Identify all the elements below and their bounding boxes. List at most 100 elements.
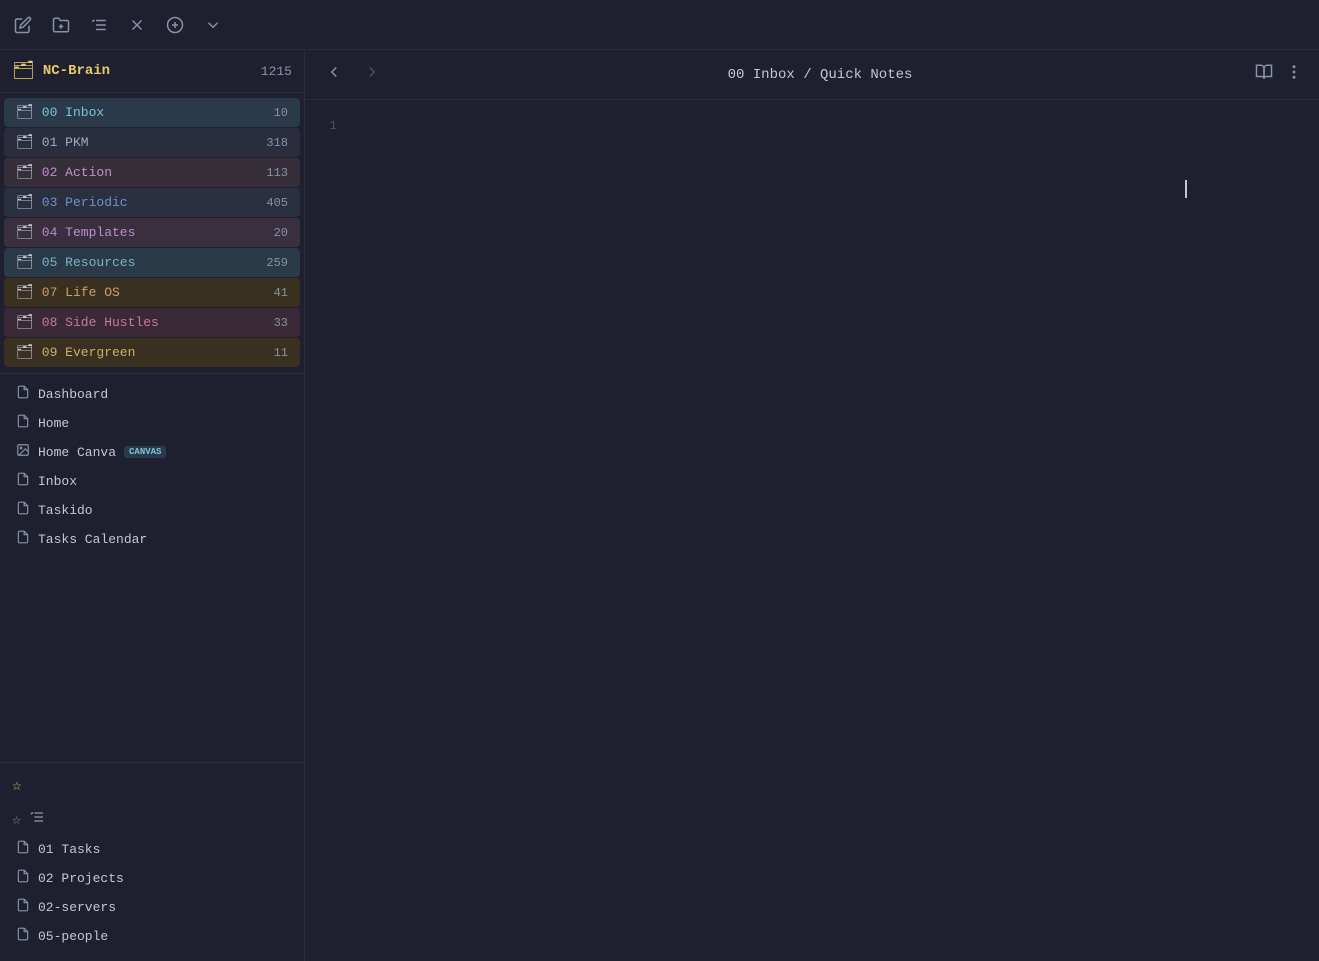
bookmark-01-tasks[interactable]: 01 Tasks: [4, 835, 300, 863]
add-circle-icon[interactable]: [164, 14, 186, 36]
note-icon: [16, 414, 30, 432]
folder-count: 405: [266, 196, 288, 210]
folder-name: 08 Side Hustles: [42, 315, 266, 330]
sort-icon[interactable]: [88, 14, 110, 36]
bookmark-02-servers[interactable]: 02-servers: [4, 893, 300, 921]
editor-content: 1: [305, 100, 1319, 961]
bookmark-05-people[interactable]: 05-people: [4, 922, 300, 950]
note-icon: [16, 869, 30, 887]
main-layout: 🗂 NC-Brain 1215 🗂 00 Inbox 10 🗂 01 PKM 3…: [0, 50, 1319, 961]
line-number-1: 1: [321, 116, 337, 137]
folder-count: 11: [274, 346, 288, 360]
folder-count: 33: [274, 316, 288, 330]
note-icon: [16, 927, 30, 945]
file-taskido[interactable]: Taskido: [4, 496, 300, 524]
folder-icon: 🗂: [16, 164, 34, 181]
file-name: Tasks Calendar: [38, 532, 147, 547]
nav-forward-button[interactable]: [359, 59, 385, 91]
folder-name: 01 PKM: [42, 135, 259, 150]
more-options-icon[interactable]: [1285, 63, 1303, 86]
file-name: Dashboard: [38, 387, 108, 402]
line-numbers: 1: [305, 100, 345, 961]
folder-03-periodic[interactable]: 🗂 03 Periodic 405: [4, 188, 300, 217]
canvas-badge: CANVAS: [124, 446, 166, 458]
folder-icon: 🗂: [16, 284, 34, 301]
note-icon: [16, 472, 30, 490]
folder-01-pkm[interactable]: 🗂 01 PKM 318: [4, 128, 300, 157]
edit-icon[interactable]: [12, 14, 34, 36]
editor-header: 00 Inbox / Quick Notes: [305, 50, 1319, 100]
reading-view-icon[interactable]: [1255, 63, 1273, 86]
file-tasks-calendar[interactable]: Tasks Calendar: [4, 525, 300, 553]
bookmarks-section: ☆ ☆: [0, 762, 304, 961]
folder-icon: 🗂: [16, 194, 34, 211]
chevron-down-icon[interactable]: [202, 14, 224, 36]
text-cursor: [1185, 180, 1187, 198]
folder-count: 41: [274, 286, 288, 300]
nav-back-button[interactable]: [321, 59, 347, 91]
note-icon: [16, 530, 30, 548]
folder-07-life-os[interactable]: 🗂 07 Life OS 41: [4, 278, 300, 307]
folder-icon: 🗂: [16, 254, 34, 271]
bookmark-02-projects[interactable]: 02 Projects: [4, 864, 300, 892]
folder-04-templates[interactable]: 🗂 04 Templates 20: [4, 218, 300, 247]
folder-icon: 🗂: [16, 344, 34, 361]
file-name: Home Canva: [38, 445, 116, 460]
bookmarks-toggle[interactable]: ☆: [0, 769, 304, 801]
folder-name: 05 Resources: [42, 255, 259, 270]
folder-count: 318: [266, 136, 288, 150]
editor-actions: [1255, 63, 1303, 86]
vault-header[interactable]: 🗂 NC-Brain 1215: [0, 50, 304, 93]
file-name: 05-people: [38, 929, 108, 944]
file-name: Home: [38, 416, 69, 431]
vault-name: NC-Brain: [43, 63, 253, 79]
folder-02-action[interactable]: 🗂 02 Action 113: [4, 158, 300, 187]
vault-count: 1215: [261, 64, 292, 79]
note-icon: [16, 898, 30, 916]
star-icon: ☆: [12, 775, 22, 795]
file-inbox[interactable]: Inbox: [4, 467, 300, 495]
folder-00-inbox[interactable]: 🗂 00 Inbox 10: [4, 98, 300, 127]
canvas-icon: [16, 443, 30, 461]
sidebar: 🗂 NC-Brain 1215 🗂 00 Inbox 10 🗂 01 PKM 3…: [0, 50, 305, 961]
folder-icon: 🗂: [16, 314, 34, 331]
close-x-icon[interactable]: [126, 14, 148, 36]
bookmark-list-icon[interactable]: [29, 809, 45, 830]
file-name: 02-servers: [38, 900, 116, 915]
file-name: 02 Projects: [38, 871, 124, 886]
folder-name: 02 Action: [42, 165, 259, 180]
editor: 00 Inbox / Quick Notes: [305, 50, 1319, 961]
file-name: Taskido: [38, 503, 93, 518]
note-icon: [16, 840, 30, 858]
vault-folder-icon: 🗂: [12, 60, 35, 82]
new-folder-icon[interactable]: [50, 14, 72, 36]
folder-list: 🗂 00 Inbox 10 🗂 01 PKM 318 🗂 02 Action 1…: [0, 93, 304, 762]
folder-count: 10: [274, 106, 288, 120]
folder-name: 07 Life OS: [42, 285, 266, 300]
note-icon: [16, 385, 30, 403]
folder-count: 259: [266, 256, 288, 270]
editor-textarea[interactable]: [345, 100, 1319, 961]
folder-name: 00 Inbox: [42, 105, 266, 120]
note-icon: [16, 501, 30, 519]
folder-icon: 🗂: [16, 104, 34, 121]
toolbar: [0, 0, 1319, 50]
editor-title: 00 Inbox / Quick Notes: [397, 67, 1243, 83]
file-home-canva[interactable]: Home Canva CANVAS: [4, 438, 300, 466]
bookmark-star-icon[interactable]: ☆: [12, 810, 21, 829]
folder-icon: 🗂: [16, 134, 34, 151]
folder-name: 04 Templates: [42, 225, 266, 240]
bookmarks-toolbar: ☆: [0, 805, 304, 834]
folder-name: 03 Periodic: [42, 195, 259, 210]
folder-05-resources[interactable]: 🗂 05 Resources 259: [4, 248, 300, 277]
folder-icon: 🗂: [16, 224, 34, 241]
folder-count: 113: [266, 166, 288, 180]
bookmarks-content: ☆: [0, 801, 304, 955]
file-dashboard[interactable]: Dashboard: [4, 380, 300, 408]
file-name: Inbox: [38, 474, 77, 489]
file-home[interactable]: Home: [4, 409, 300, 437]
folder-name: 09 Evergreen: [42, 345, 266, 360]
folder-09-evergreen[interactable]: 🗂 09 Evergreen 11: [4, 338, 300, 367]
folder-08-side-hustles[interactable]: 🗂 08 Side Hustles 33: [4, 308, 300, 337]
file-name: 01 Tasks: [38, 842, 100, 857]
